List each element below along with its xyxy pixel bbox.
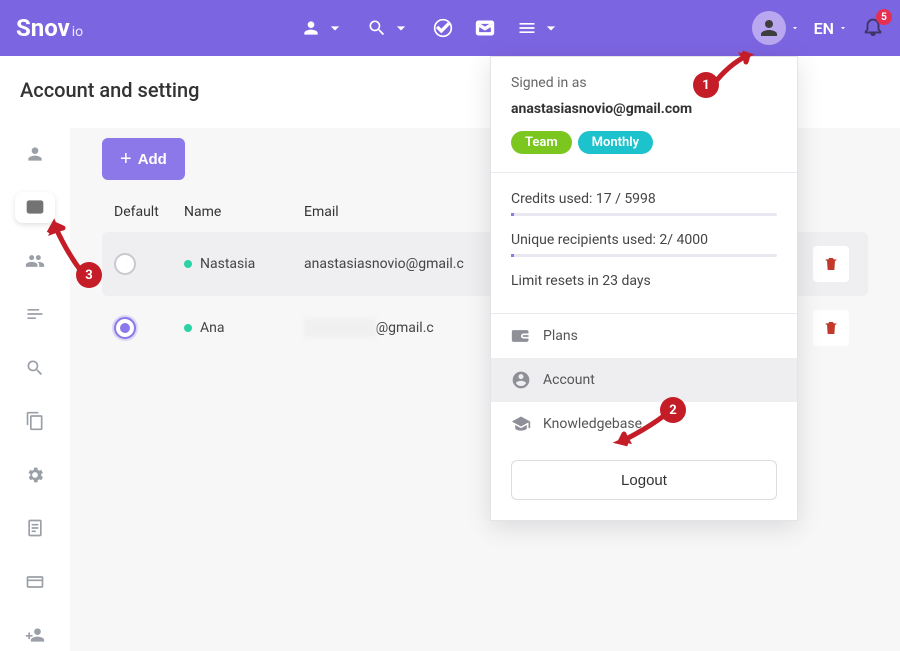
more-menu[interactable] [509,12,569,44]
callout-marker: 3 [76,262,102,288]
topbar: Snovio EN [0,0,900,56]
top-nav [293,12,569,44]
check-circle-icon [433,18,453,38]
search-icon [25,358,45,378]
trash-icon [823,320,839,336]
person-icon [25,144,45,164]
plan-badge: Monthly [578,131,653,154]
menu-icon [517,18,537,38]
sidebar-item-profile[interactable] [15,138,55,170]
credits-progress [511,213,777,216]
status-dot-icon [184,324,192,332]
chevron-down-icon [790,23,800,33]
chevron-down-icon [541,18,561,38]
delete-button[interactable] [813,310,849,346]
blurred-text [304,318,376,338]
people-menu[interactable] [293,12,353,44]
recipients-progress [511,254,777,257]
account-email: anastasiasnovio@gmail.com [511,101,777,117]
gear-icon [25,465,45,485]
top-right: EN 5 [752,11,884,45]
sidebar-item-settings[interactable] [15,459,55,491]
sidebar-item-add-user[interactable] [15,620,55,651]
language-label: EN [814,19,834,38]
copy-icon [25,411,45,431]
limit-resets: Limit resets in 23 days [511,273,777,289]
add-button-label: Add [138,151,167,168]
recipients-used: Unique recipients used: 2/ 4000 [511,232,777,248]
sidebar-item-search[interactable] [15,352,55,384]
person-circle-icon [511,370,531,390]
search-icon [367,18,387,38]
avatar[interactable] [752,11,786,45]
search-menu[interactable] [359,12,419,44]
graduation-icon [511,414,531,434]
language-selector[interactable]: EN [814,19,848,38]
lines-icon [25,304,45,324]
sidebar-item-billing[interactable] [15,566,55,598]
sidebar-item-copy[interactable] [15,406,55,438]
default-radio[interactable] [114,253,136,275]
callout-marker: 1 [693,72,719,98]
team-badge: Team [511,131,572,154]
add-button[interactable]: + Add [102,138,185,180]
chevron-down-icon [391,18,411,38]
logout-button[interactable]: Logout [511,460,777,500]
logo-suffix: io [72,24,83,40]
mail-menu[interactable] [467,12,503,44]
chevron-down-icon [325,18,345,38]
person-icon [301,18,321,38]
people-icon [25,251,45,271]
trash-icon [823,256,839,272]
plus-icon: + [120,148,132,171]
sidebar-item-doc[interactable] [15,513,55,545]
document-icon [25,518,45,538]
chevron-down-icon [838,23,848,33]
mail-icon [25,197,45,217]
credits-used: Credits used: 17 / 5998 [511,191,777,207]
card-icon [25,572,45,592]
notifications[interactable]: 5 [862,15,884,41]
callout-marker: 2 [660,397,686,423]
menu-label: Account [543,372,595,388]
logo-text: Snov [16,14,70,42]
row-name: Ana [200,320,224,336]
sidebar-item-lists[interactable] [15,299,55,331]
menu-label: Plans [543,328,578,344]
sidebar [0,128,70,651]
menu-account[interactable]: Account [491,358,797,402]
menu-plans[interactable]: Plans [491,314,797,358]
verify-menu[interactable] [425,12,461,44]
mail-icon [475,18,495,38]
status-dot-icon [184,260,192,268]
default-radio[interactable] [114,317,136,339]
row-name: Nastasia [200,256,255,272]
person-add-icon [25,625,45,645]
col-default: Default [114,204,184,220]
logo[interactable]: Snovio [16,14,83,42]
person-icon [757,16,781,40]
delete-button[interactable] [813,246,849,282]
col-name: Name [184,204,304,220]
notification-badge: 5 [876,9,892,25]
wallet-icon [511,326,531,346]
